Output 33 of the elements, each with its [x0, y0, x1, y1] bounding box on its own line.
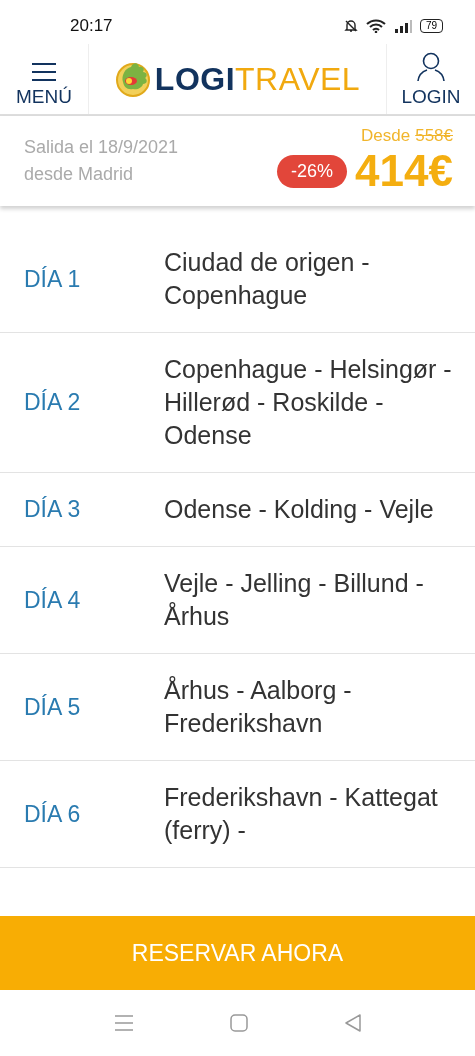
departure-date: Salida el 18/9/2021 — [24, 137, 179, 158]
battery-indicator: 79 — [419, 19, 443, 33]
day-route: Odense - Kolding - Vejle — [164, 494, 434, 525]
departure-city: desde Madrid — [24, 164, 135, 185]
logo-text: LOGITRAVEL — [154, 60, 361, 98]
menu-icon[interactable] — [113, 1014, 134, 1032]
wifi-icon — [365, 19, 386, 33]
back-icon[interactable] — [343, 1013, 362, 1033]
price: 414€ — [355, 146, 453, 196]
day-route: Vejle - Jelling - Billund - Århus — [164, 568, 425, 632]
old-price: 558€ — [415, 126, 453, 146]
menu-icon — [31, 62, 57, 82]
day-label: DÍA 3 — [24, 496, 82, 523]
day-label: DÍA 4 — [24, 586, 82, 614]
menu-button[interactable]: MENÚ — [0, 44, 89, 114]
discount-badge: -26% — [277, 154, 348, 188]
day-route: Frederikshavn - Kattegat (ferry) - — [164, 782, 439, 846]
home-icon[interactable] — [228, 1013, 249, 1033]
day-label: DÍA 6 — [24, 800, 82, 828]
status-time: 20:17 — [70, 16, 113, 36]
menu-label: MENÚ — [16, 86, 72, 108]
signal-icon — [393, 19, 412, 33]
day-label: DÍA 2 — [24, 389, 82, 416]
day-route: Copenhague - Helsingør - Hillerød - Roskilde - Odense — [164, 354, 453, 451]
day-label: DÍA 5 — [24, 693, 82, 721]
user-icon — [417, 52, 445, 82]
from-label: Desde — [361, 126, 411, 146]
login-button[interactable]: LOGIN — [386, 44, 475, 114]
login-label: LOGIN — [401, 86, 461, 108]
muted-bell-icon — [343, 19, 358, 33]
day-route: Ciudad de origen - Copenhague — [164, 247, 371, 311]
day-label: DÍA 1 — [24, 265, 82, 293]
day-route: Århus - Aalborg - Frederikshavn — [164, 675, 353, 739]
